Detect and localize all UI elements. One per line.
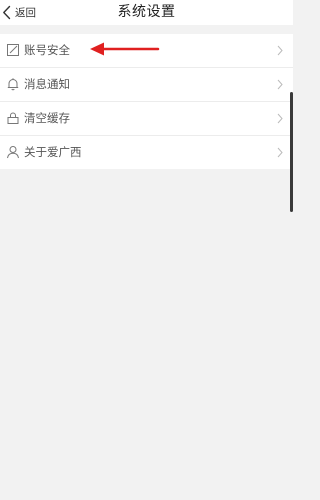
settings-list: 账号安全 消息通知 清空缓存 关于爱广西 <box>0 34 293 169</box>
settings-item-clear-cache[interactable]: 清空缓存 <box>0 102 293 136</box>
settings-item-label: 清空缓存 <box>24 111 70 125</box>
scrollbar[interactable] <box>290 92 293 212</box>
chevron-right-icon <box>277 79 283 90</box>
top-bar: 返回 系统设置 <box>0 0 293 25</box>
settings-item-label: 关于爱广西 <box>24 145 82 159</box>
edit-icon <box>7 44 19 56</box>
chevron-right-icon <box>277 147 283 158</box>
settings-item-notifications[interactable]: 消息通知 <box>0 68 293 102</box>
chevron-right-icon <box>277 45 283 56</box>
bell-icon <box>7 78 19 91</box>
page-title: 系统设置 <box>117 4 176 20</box>
settings-item-account-security[interactable]: 账号安全 <box>0 34 293 68</box>
lock-icon <box>7 112 19 124</box>
settings-item-label: 消息通知 <box>24 77 70 91</box>
user-icon <box>7 146 19 159</box>
settings-item-about[interactable]: 关于爱广西 <box>0 136 293 169</box>
chevron-right-icon <box>277 113 283 124</box>
settings-item-label: 账号安全 <box>24 43 70 57</box>
